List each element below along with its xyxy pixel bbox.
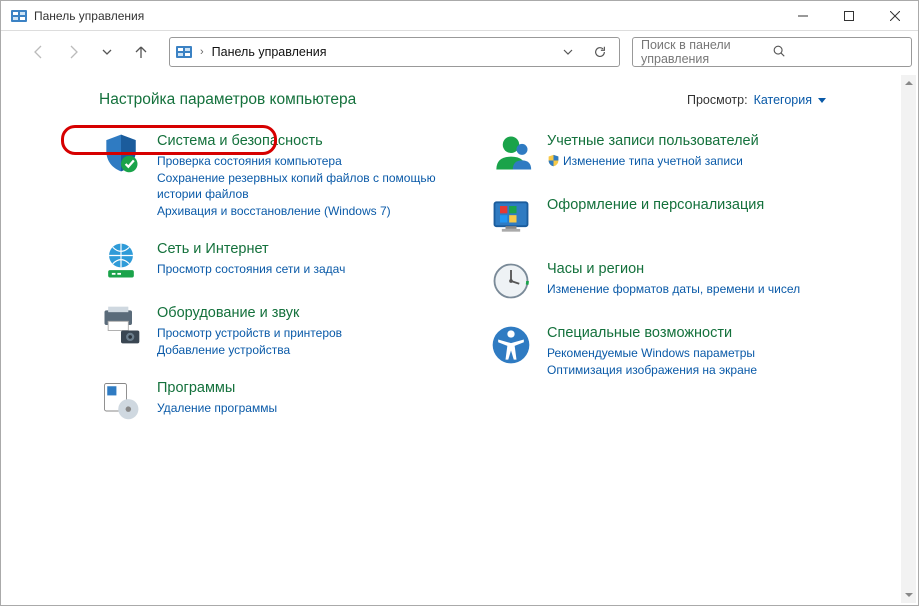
category-sublink[interactable]: Архивация и восстановление (Windows 7) [157,203,459,219]
uac-shield-icon [547,154,560,167]
category-title-link[interactable]: Оборудование и звук [157,304,342,324]
maximize-button[interactable] [826,1,872,31]
address-bar[interactable]: › Панель управления [169,37,620,67]
globe-network-icon [99,239,143,283]
category-title-link[interactable]: Специальные возможности [547,324,757,344]
control-panel-icon [176,44,192,60]
clock-icon [489,259,533,303]
up-button[interactable] [125,36,157,68]
accessibility-icon [489,323,533,367]
category-ease-of-access: Специальные возможности Рекомендуемые Wi… [489,323,849,378]
left-column: Система и безопасность Проверка состояни… [99,131,459,442]
search-placeholder: Поиск в панели управления [641,38,772,66]
search-input[interactable]: Поиск в панели управления [632,37,912,67]
category-sublink[interactable]: Добавление устройства [157,342,342,358]
category-appearance: Оформление и персонализация [489,195,849,239]
content-area: Настройка параметров компьютера Просмотр… [1,73,918,452]
category-sublink[interactable]: Просмотр устройств и принтеров [157,325,342,341]
close-button[interactable] [872,1,918,31]
category-title-link[interactable]: Сеть и Интернет [157,240,345,260]
category-sublink[interactable]: Просмотр состояния сети и задач [157,261,345,277]
category-title-link[interactable]: Система и безопасность [157,132,459,152]
page-headline: Настройка параметров компьютера [99,91,356,109]
address-dropdown-button[interactable] [555,39,581,65]
breadcrumb[interactable]: Панель управления [212,45,327,59]
chevron-down-icon [818,98,826,103]
search-icon[interactable] [772,44,903,61]
category-sublink[interactable]: Изменение форматов даты, времени и чисел [547,281,800,297]
user-accounts-icon [489,131,533,175]
category-sublink[interactable]: Изменение типа учетной записи [547,153,759,169]
forward-button[interactable] [57,36,89,68]
category-system-security: Система и безопасность Проверка состояни… [99,131,459,219]
titlebar: Панель управления [1,1,918,31]
window-title: Панель управления [34,9,144,23]
right-column: Учетные записи пользователей Изменение т… [489,131,849,442]
category-sublink[interactable]: Удаление программы [157,400,277,416]
scroll-up-button[interactable] [901,75,916,91]
category-sublink[interactable]: Оптимизация изображения на экране [547,362,757,378]
category-programs: Программы Удаление программы [99,378,459,422]
refresh-button[interactable] [587,39,613,65]
shield-icon [99,131,143,175]
view-value[interactable]: Категория [754,93,812,107]
category-sublink[interactable]: Проверка состояния компьютера [157,153,459,169]
category-title-link[interactable]: Оформление и персонализация [547,196,764,216]
category-sublink[interactable]: Рекомендуемые Windows параметры [547,345,757,361]
vertical-scrollbar[interactable] [901,75,916,603]
navigation-bar: › Панель управления Поиск в панели управ… [1,31,918,73]
recent-dropdown-button[interactable] [91,36,123,68]
category-clock-region: Часы и регион Изменение форматов даты, в… [489,259,849,303]
view-label: Просмотр: [687,93,748,107]
back-button[interactable] [23,36,55,68]
personalization-icon [489,195,533,239]
category-network-internet: Сеть и Интернет Просмотр состояния сети … [99,239,459,283]
category-user-accounts: Учетные записи пользователей Изменение т… [489,131,849,175]
scroll-down-button[interactable] [901,587,916,603]
category-sublink[interactable]: Сохранение резервных копий файлов с помо… [157,170,459,202]
minimize-button[interactable] [780,1,826,31]
view-selector[interactable]: Просмотр: Категория [687,93,826,107]
category-title-link[interactable]: Учетные записи пользователей [547,132,759,152]
control-panel-icon [11,8,27,24]
category-hardware-sound: Оборудование и звук Просмотр устройств и… [99,303,459,358]
programs-icon [99,378,143,422]
category-title-link[interactable]: Программы [157,379,277,399]
category-title-link[interactable]: Часы и регион [547,260,800,280]
printer-camera-icon [99,303,143,347]
breadcrumb-separator[interactable]: › [198,46,206,58]
window-controls [780,1,918,31]
